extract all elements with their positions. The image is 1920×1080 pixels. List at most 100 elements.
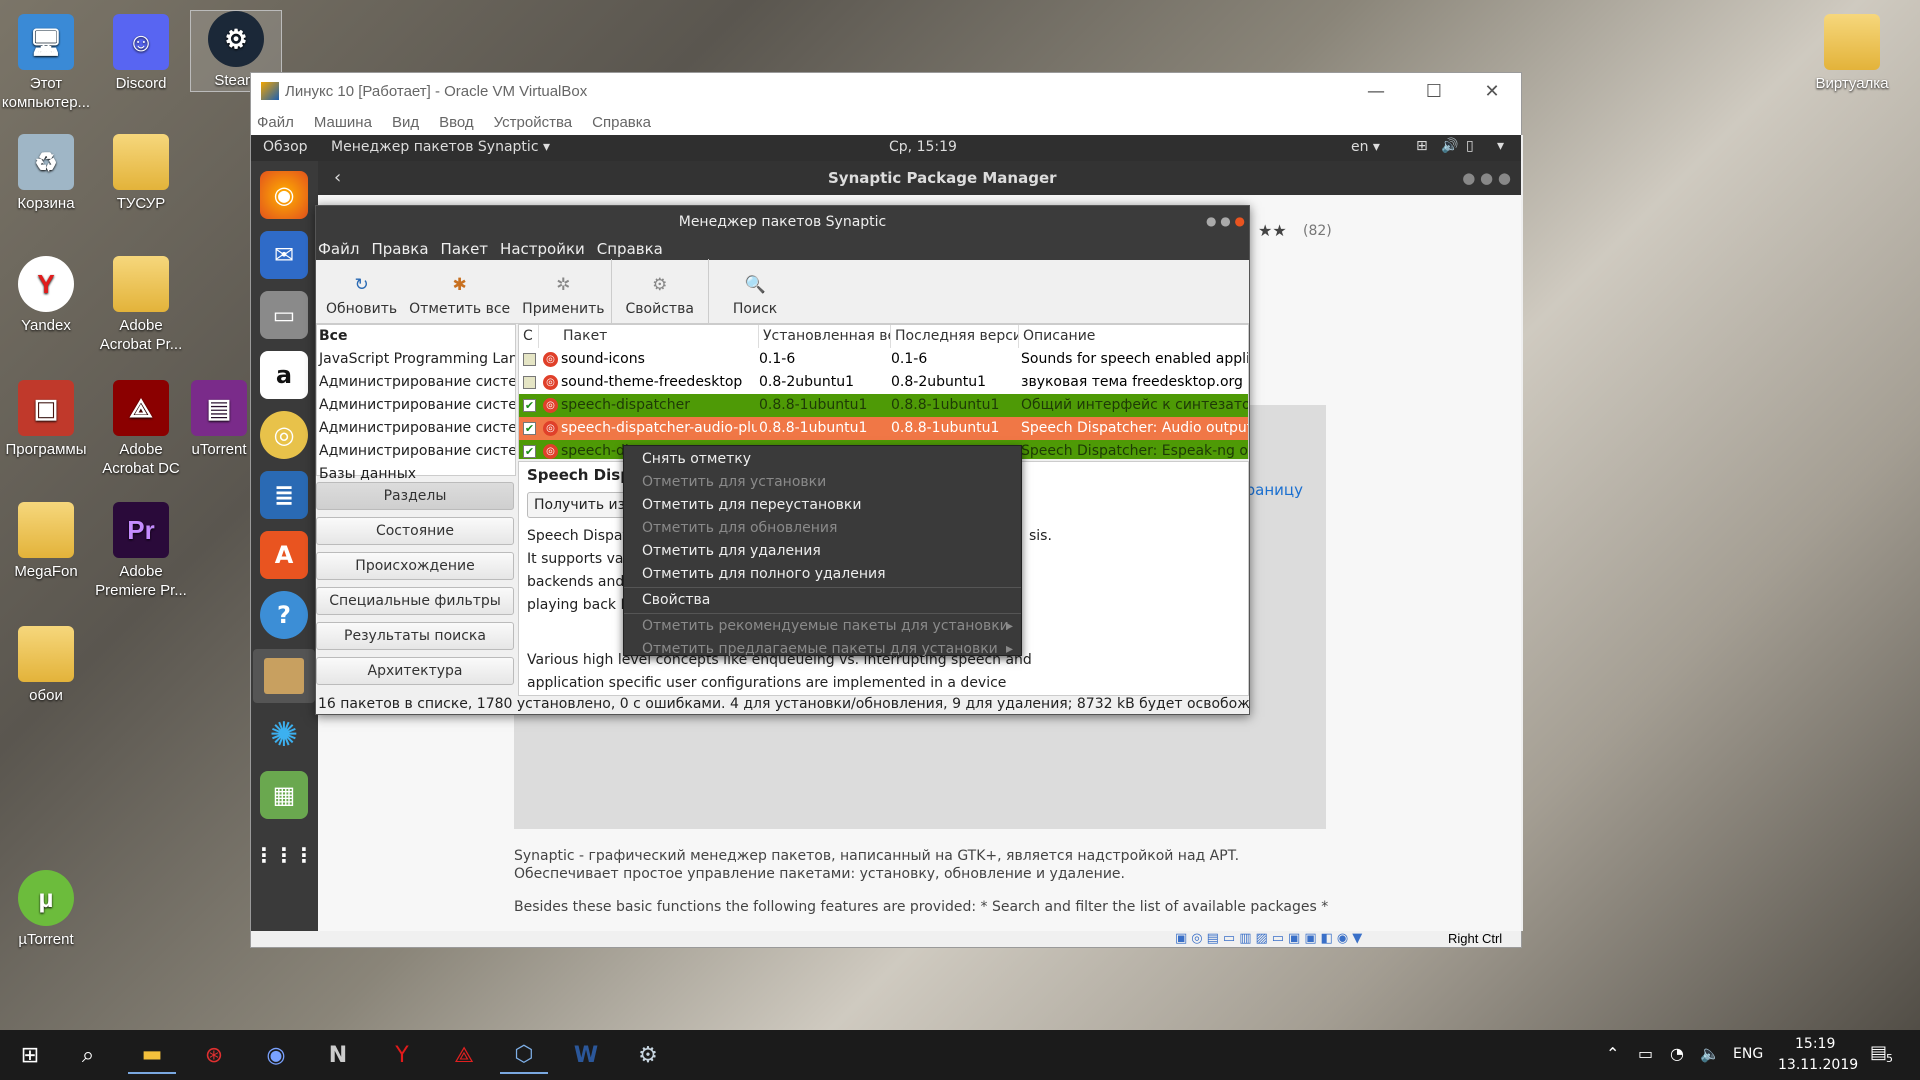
section-item[interactable]: Администрирование систем — [317, 394, 515, 417]
checkbox[interactable]: ✔ — [523, 445, 536, 458]
software-center-icon[interactable]: A — [260, 531, 308, 579]
language-indicator[interactable]: en ▾ — [1351, 139, 1380, 155]
reload-button[interactable]: ↻ Обновить — [320, 259, 403, 323]
desktop-icon-this-pc[interactable]: 🖥 Этот компьютер... — [0, 14, 92, 112]
minimize-button[interactable]: — — [1347, 73, 1405, 109]
section-item[interactable]: JavaScript Programming Lang — [317, 348, 515, 371]
files-icon[interactable]: ▭ — [260, 291, 308, 339]
wifi-tray-icon[interactable]: ◔ — [1670, 1044, 1684, 1063]
section-item[interactable]: Администрирование систем — [317, 417, 515, 440]
activities-button[interactable]: Обзор — [263, 139, 308, 155]
section-item[interactable]: Администрирование систем — [317, 371, 515, 394]
desktop-icon-utorrent[interactable]: µ µTorrent — [0, 870, 92, 949]
desktop-icon-yandex[interactable]: Y Yandex — [0, 256, 92, 335]
input-language[interactable]: ENG — [1733, 1046, 1763, 1062]
menu-item-mark-remove[interactable]: Отметить для удаления — [624, 540, 1021, 563]
synaptic-menu-edit[interactable]: Правка — [371, 240, 428, 258]
filter-status-button[interactable]: Состояние — [316, 517, 514, 545]
taskbar-time[interactable]: 15:19 — [1795, 1036, 1835, 1052]
menu-item-mark-reinstall[interactable]: Отметить для переустановки — [624, 494, 1021, 517]
network-icon[interactable]: ⊞ — [1416, 138, 1428, 154]
acrobat-taskbar-icon[interactable]: ⟁ — [440, 1036, 488, 1074]
firefox-icon[interactable]: ◉ — [260, 171, 308, 219]
synaptic-menu-settings[interactable]: Настройки — [500, 240, 585, 258]
checkbox[interactable]: ✔ — [523, 399, 536, 412]
column-installed[interactable]: Установленная ве — [759, 325, 891, 348]
synaptic-menu-help[interactable]: Справка — [597, 240, 663, 258]
search-button[interactable]: 🔍 Поиск — [707, 259, 795, 323]
menu-item-mark-recommended[interactable]: Отметить рекомендуемые пакеты для устано… — [624, 615, 1021, 638]
amazon-icon[interactable]: a — [260, 351, 308, 399]
headerbar-window-buttons[interactable]: ● ● ● — [1462, 169, 1511, 187]
synaptic-window-buttons[interactable]: ● ● ● — [1206, 214, 1245, 228]
start-button[interactable]: ⊞ — [6, 1036, 54, 1074]
column-latest[interactable]: Последняя версия — [891, 325, 1019, 348]
desktop-icon-programs[interactable]: ▣ Программы — [0, 380, 92, 459]
taskbar-date[interactable]: 13.11.2019 — [1778, 1057, 1858, 1073]
apply-button[interactable]: ✲ Применить — [516, 259, 610, 323]
filter-search-results-button[interactable]: Результаты поиска — [316, 622, 514, 650]
desktop-icon-megafon[interactable]: MegaFon — [0, 502, 92, 581]
vbox-menu-devices[interactable]: Устройства — [494, 114, 572, 131]
desktop-icon-premiere[interactable]: Pr Adobe Premiere Pr... — [95, 502, 187, 600]
filter-architecture-button[interactable]: Архитектура — [316, 657, 514, 685]
vbox-menu-help[interactable]: Справка — [592, 114, 651, 131]
writer-icon[interactable]: ≣ — [260, 471, 308, 519]
column-description[interactable]: Описание — [1019, 325, 1248, 348]
vbox-menu-machine[interactable]: Машина — [314, 114, 372, 131]
menu-item-mark-install[interactable]: Отметить для установки — [624, 471, 1021, 494]
word-taskbar-icon[interactable]: W — [562, 1036, 610, 1074]
tray-chevron-up-icon[interactable]: ⌃ — [1606, 1044, 1619, 1063]
get-screenshot-button[interactable]: Получить из — [527, 492, 637, 518]
rhythmbox-icon[interactable]: ◎ — [260, 411, 308, 459]
desktop-icon-tusur[interactable]: ТУСУР — [95, 134, 187, 213]
table-row[interactable]: ◎ sound-theme-freedesktop 0.8-2ubuntu1 0… — [519, 371, 1248, 394]
table-row[interactable]: ◎ sound-icons 0.1-6 0.1-6 Sounds for spe… — [519, 348, 1248, 371]
back-arrow-icon[interactable]: ‹ — [334, 167, 341, 188]
desktop-icon-virtualka[interactable]: Виртуалка — [1804, 14, 1900, 93]
filter-custom-button[interactable]: Специальные фильтры — [316, 587, 514, 615]
checkbox[interactable]: ✔ — [523, 422, 536, 435]
checkbox[interactable] — [523, 376, 536, 389]
splash-icon[interactable]: ✺ — [260, 711, 308, 759]
desktop-icon-recycle-bin[interactable]: ♻ Корзина — [0, 134, 92, 213]
help-icon[interactable]: ? — [260, 591, 308, 639]
close-button[interactable]: ✕ — [1463, 73, 1521, 109]
volume-tray-icon[interactable]: 🔈 — [1700, 1044, 1720, 1063]
desktop-icon-wallpapers[interactable]: обои — [0, 626, 92, 705]
mark-all-button[interactable]: ✱ Отметить все — [403, 259, 516, 323]
menu-item-mark-upgrade[interactable]: Отметить для обновления — [624, 517, 1021, 540]
clock[interactable]: Ср, 15:19 — [889, 139, 957, 155]
filter-origin-button[interactable]: Происхождение — [316, 552, 514, 580]
thunderbird-icon[interactable]: ✉ — [260, 231, 308, 279]
file-explorer-icon[interactable]: ▬ — [128, 1036, 176, 1074]
menu-item-unmark[interactable]: Снять отметку — [624, 448, 1021, 471]
desktop-icon-discord[interactable]: ☺ Discord — [95, 14, 187, 93]
steam-taskbar-icon[interactable]: ⚙ — [624, 1036, 672, 1074]
menu-item-mark-suggested[interactable]: Отметить предлагаемые пакеты для установ… — [624, 638, 1021, 661]
checkbox[interactable] — [523, 353, 536, 366]
properties-button[interactable]: ⚙ Свойства — [610, 259, 708, 323]
search-icon[interactable]: ⌕ — [64, 1036, 112, 1074]
app-menu[interactable]: Менеджер пакетов Synaptic ▾ — [331, 139, 550, 155]
virtualbox-taskbar-icon[interactable]: ⬡ — [500, 1036, 548, 1074]
system-menu-chevron-icon[interactable]: ▾ — [1497, 138, 1504, 154]
vbox-menu-file[interactable]: Файл — [257, 114, 294, 131]
battery-tray-icon[interactable]: ▭ — [1638, 1044, 1653, 1063]
image-viewer-icon[interactable]: ▦ — [260, 771, 308, 819]
menu-item-mark-purge[interactable]: Отметить для полного удаления — [624, 563, 1021, 586]
table-row[interactable]: ✔ ◎ speech-dispatcher 0.8.8-1ubuntu1 0.8.… — [519, 394, 1248, 417]
synaptic-menu-package[interactable]: Пакет — [441, 240, 489, 258]
yandex-taskbar-icon[interactable]: Y — [378, 1036, 426, 1074]
volume-icon[interactable]: 🔊 — [1441, 138, 1458, 154]
browser-icon[interactable]: ◉ — [252, 1036, 300, 1074]
filter-sections-button[interactable]: Разделы — [316, 482, 514, 510]
synaptic-menu-file[interactable]: Файл — [318, 240, 359, 258]
section-item[interactable]: Администрирование систем — [317, 440, 515, 463]
battery-icon[interactable]: ▯ — [1466, 138, 1474, 154]
section-item[interactable]: Все — [317, 325, 515, 348]
desktop-icon-acrobat-pro[interactable]: Adobe Acrobat Pr... — [95, 256, 187, 354]
notification-center-icon[interactable]: ▤ — [1870, 1042, 1887, 1063]
column-status[interactable]: С — [519, 325, 539, 348]
show-apps-icon[interactable]: ⋮⋮⋮ — [254, 831, 314, 879]
